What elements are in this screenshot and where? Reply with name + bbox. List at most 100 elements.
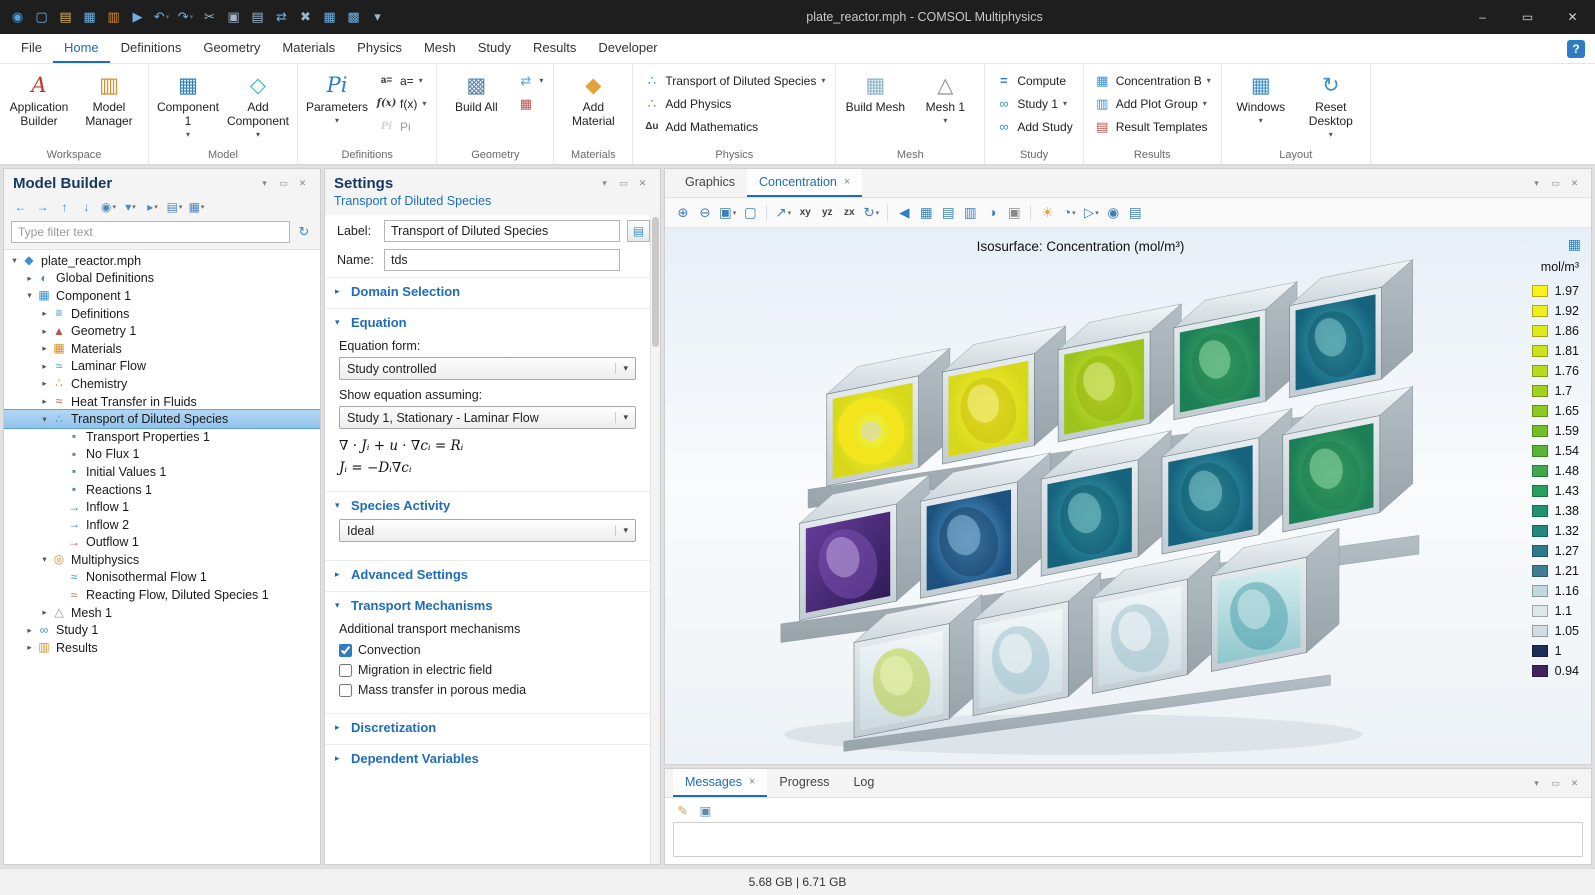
checkbox-mass-transfer-in-porous-media[interactable]: Mass transfer in porous media xyxy=(339,680,636,700)
table-copy-icon[interactable]: ▦ xyxy=(318,5,341,29)
plot-data-icon[interactable]: ▤ xyxy=(938,202,958,224)
tree-item-reactions-1[interactable]: ▪Reactions 1 xyxy=(4,481,320,499)
tree-item-laminar-flow[interactable]: ▸≈Laminar Flow xyxy=(4,358,320,376)
show-icon[interactable]: ◉▾ xyxy=(99,197,118,216)
tree-item-global-definitions[interactable]: ▸◐Global Definitions xyxy=(4,270,320,288)
tree-item-nonisothermal-flow-1[interactable]: ≈Nonisothermal Flow 1 xyxy=(4,569,320,587)
help-icon[interactable]: ? xyxy=(1567,40,1585,58)
customize-toolbar-icon[interactable]: ▾ xyxy=(366,5,389,29)
expand-chevron-icon[interactable]: ▸ xyxy=(38,326,51,337)
checkbox-input[interactable] xyxy=(339,664,352,677)
expand-all-icon[interactable]: ▸▾ xyxy=(143,197,162,216)
collapse-chevron-icon[interactable]: ▾ xyxy=(8,255,21,266)
collapse-chevron-icon[interactable]: ▾ xyxy=(23,290,36,301)
menu-results[interactable]: Results xyxy=(522,34,587,63)
ribbon-add-plot-group[interactable]: ▥Add Plot Group▾ xyxy=(1089,93,1216,114)
expand-chevron-icon[interactable]: ▸ xyxy=(38,378,51,389)
expand-chevron-icon[interactable]: ▸ xyxy=(38,343,51,354)
ribbon-add-study[interactable]: ∞Add Study xyxy=(990,116,1077,137)
menu-home[interactable]: Home xyxy=(53,34,110,63)
messages-output[interactable] xyxy=(673,822,1583,857)
species-activity-select[interactable]: Ideal xyxy=(339,519,636,542)
tree-item-component-1[interactable]: ▾▦Component 1 xyxy=(4,287,320,305)
cut-icon[interactable]: ✂ xyxy=(198,5,221,29)
collapse-chevron-icon[interactable]: ▾ xyxy=(38,414,51,425)
scene-light-icon[interactable]: ☀ xyxy=(1037,202,1057,224)
checkbox-input[interactable] xyxy=(339,644,352,657)
image-snapshot-icon[interactable]: ▦ xyxy=(916,202,936,224)
ribbon-concentration-b[interactable]: ▦Concentration B▾ xyxy=(1089,70,1216,91)
close-tab-icon[interactable]: × xyxy=(844,176,850,188)
ribbon-mesh-1[interactable]: △Mesh 1▾ xyxy=(911,67,979,127)
windows-split-icon[interactable]: ▥ xyxy=(960,202,980,224)
tree-item-reacting-flow-diluted-species-1[interactable]: ≈Reacting Flow, Diluted Species 1 xyxy=(4,586,320,604)
view-yz-icon[interactable]: yz xyxy=(817,202,837,224)
show-equation-select[interactable]: Study 1, Stationary - Laminar Flow xyxy=(339,406,636,429)
ribbon-windows[interactable]: ▦Windows▾ xyxy=(1227,67,1295,127)
plot-settings-icon[interactable]: ▦ xyxy=(1568,236,1581,253)
expand-chevron-icon[interactable]: ▸ xyxy=(38,607,51,618)
panel-close-icon[interactable]: ✕ xyxy=(634,176,651,191)
node-group-icon[interactable]: ▤▾ xyxy=(165,197,184,216)
redo-icon[interactable]: ↷▾ xyxy=(174,5,197,29)
checkbox-convection[interactable]: Convection xyxy=(339,640,636,660)
sound-icon[interactable]: ◀ xyxy=(894,202,914,224)
equation-form-select[interactable]: Study controlled xyxy=(339,357,636,380)
tree-item-outflow-1[interactable]: →Outflow 1 xyxy=(4,534,320,552)
menu-file[interactable]: File xyxy=(10,34,53,63)
menu-definitions[interactable]: Definitions xyxy=(110,34,193,63)
panel-float-icon[interactable]: ▭ xyxy=(275,176,292,191)
panel-menu-icon[interactable]: ▾ xyxy=(596,176,613,191)
zoom-box-icon[interactable]: ▣▾ xyxy=(717,202,738,224)
tree-item-inflow-1[interactable]: →Inflow 1 xyxy=(4,498,320,516)
tree-item-heat-transfer-in-fluids[interactable]: ▸≈Heat Transfer in Fluids xyxy=(4,393,320,411)
expand-chevron-icon[interactable]: ▸ xyxy=(38,308,51,319)
checkbox-migration-in-electric-field[interactable]: Migration in electric field xyxy=(339,660,636,680)
ribbon-build-mesh[interactable]: ▦Build Mesh xyxy=(841,67,909,117)
panel-close-icon[interactable]: ✕ xyxy=(294,176,311,191)
panel-float-icon[interactable]: ▭ xyxy=(1547,776,1564,791)
tree-item-mesh-1[interactable]: ▸△Mesh 1 xyxy=(4,604,320,622)
ribbon-add-component[interactable]: ◇Add Component▾ xyxy=(224,67,292,141)
transparency-icon[interactable]: ◑ xyxy=(982,202,1002,224)
section-header-equation[interactable]: Equation xyxy=(325,308,650,335)
ribbon-study-1[interactable]: ∞Study 1▾ xyxy=(990,93,1077,114)
rename-icon[interactable]: ▤ xyxy=(627,220,650,242)
move-up-icon[interactable]: ↑ xyxy=(55,197,74,216)
ribbon-add-mathematics[interactable]: ΔuAdd Mathematics xyxy=(638,116,830,137)
table-paste-icon[interactable]: ▩ xyxy=(342,5,365,29)
clear-messages-icon[interactable]: ✎ xyxy=(673,801,692,820)
ribbon-component-1[interactable]: ▦Component 1▾ xyxy=(154,67,222,141)
graphics-tab-graphics[interactable]: Graphics xyxy=(673,169,747,197)
expand-chevron-icon[interactable]: ▸ xyxy=(23,642,36,653)
ribbon-add-material[interactable]: ◆Add Material xyxy=(559,67,627,131)
tree-item-no-flux-1[interactable]: ▪No Flux 1 xyxy=(4,446,320,464)
tree-item-inflow-2[interactable]: →Inflow 2 xyxy=(4,516,320,534)
tree-item-transport-properties-1[interactable]: ▪Transport Properties 1 xyxy=(4,428,320,446)
section-header-discretization[interactable]: Discretization xyxy=(325,713,650,740)
open-icon[interactable]: ▤ xyxy=(54,5,77,29)
tree-item-geometry-1[interactable]: ▸▲Geometry 1 xyxy=(4,322,320,340)
ribbon-reset-desktop[interactable]: ↻Reset Desktop▾ xyxy=(1297,67,1365,141)
panel-float-icon[interactable]: ▭ xyxy=(615,176,632,191)
panel-close-icon[interactable]: ✕ xyxy=(1566,776,1583,791)
view-zx-icon[interactable]: zx xyxy=(839,202,859,224)
section-header-species-activity[interactable]: Species Activity xyxy=(325,491,650,518)
go-to-view-icon[interactable]: ↗▾ xyxy=(773,202,793,224)
close-button[interactable]: ✕ xyxy=(1550,0,1595,34)
tree-item-materials[interactable]: ▸▦Materials xyxy=(4,340,320,358)
zoom-in-icon[interactable]: ⊕ xyxy=(673,202,693,224)
ribbon-add-physics[interactable]: ∴Add Physics xyxy=(638,93,830,114)
delete-icon[interactable]: ✖ xyxy=(294,5,317,29)
section-header-dependent-variables[interactable]: Dependent Variables xyxy=(325,744,650,771)
run-icon[interactable]: ▶ xyxy=(126,5,149,29)
menu-physics[interactable]: Physics xyxy=(346,34,413,63)
panel-menu-icon[interactable]: ▾ xyxy=(256,176,273,191)
ribbon-a[interactable]: a=a=▾ xyxy=(373,70,431,91)
expand-chevron-icon[interactable]: ▸ xyxy=(23,625,36,636)
ribbon-f-x[interactable]: f(x)f(x)▾ xyxy=(373,93,431,114)
messages-tab-progress[interactable]: Progress xyxy=(767,769,841,797)
panel-close-icon[interactable]: ✕ xyxy=(1566,176,1583,191)
duplicate-icon[interactable]: ⇄ xyxy=(270,5,293,29)
ribbon-parameters[interactable]: PiParameters▾ xyxy=(303,67,371,127)
